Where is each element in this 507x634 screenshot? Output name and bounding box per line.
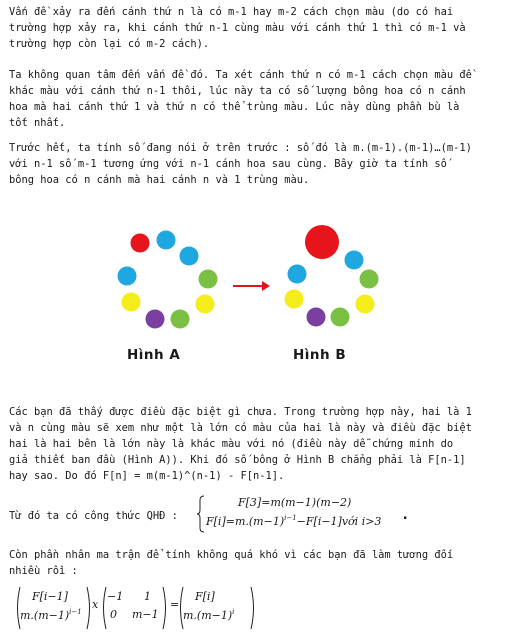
matrix-cell: m.(m−1)i (183, 608, 234, 622)
paragraph-count-explanation: Trước hết, ta tính số đang nói ở trên tr… (9, 140, 501, 188)
formula-term: F[3] (238, 496, 262, 509)
matrix-cell: 0 (110, 608, 117, 621)
formula-term: m.(m−1) (234, 515, 285, 528)
petal-blue (179, 246, 199, 266)
paragraph-observation: Các bạn đã thấy được điều đặc biệt gì ch… (9, 404, 501, 484)
caption-figure-a: Hình A (127, 347, 181, 363)
matrix-cell: m.(m−1)i−1 (20, 608, 82, 622)
matrix-cell: 1 (144, 590, 151, 603)
petal-green (198, 269, 218, 289)
recurrence-row-general: F[i]=m.(m−1)i−1−F[i−1]với i>3 (206, 514, 381, 528)
flower-diagram (117, 225, 379, 329)
formula-term: m.(m−1) (183, 609, 233, 622)
matrix-cell: F[i−1] (32, 590, 68, 603)
text-line: hoa mà hai cánh thứ 1 và thứ n có thể tr… (9, 101, 460, 113)
petal-yellow (121, 292, 141, 312)
formula-term: −F[i−1] (296, 515, 342, 528)
recurrence-formula: F[3]=m(m−1)(m−2) F[i]=m.(m−1)i−1−F[i−1]v… (196, 495, 436, 535)
matrix-cell: F[i] (195, 590, 215, 603)
petal-yellow (195, 294, 215, 314)
text-line: bông hoa có n cánh mà hai cánh n và 1 tr… (9, 174, 310, 186)
petal-purple (145, 309, 165, 329)
formula-exponent: i (232, 608, 235, 616)
text-line: tốt nhất. (9, 117, 66, 129)
text-line: hai là hai bên là lớn này là khác màu vớ… (9, 438, 454, 450)
formula-term: = (225, 515, 235, 528)
petal-blue (117, 266, 137, 286)
left-brace-icon (196, 495, 205, 533)
formula-condition: với i>3 (341, 515, 382, 528)
text-line: Vấn đề xảy ra đến cánh thứ n là có m-1 h… (9, 6, 454, 18)
text-line: hay sao. Do đó F[n] = m(m-1)^(n-1) - F[n… (9, 470, 285, 482)
text-line: khác màu với cánh thứ n-1 thôi, lúc này … (9, 85, 466, 97)
petal-green (359, 269, 379, 289)
matrix-cell: −1 (107, 590, 124, 603)
petal-green (330, 307, 350, 327)
right-paren-icon (162, 586, 166, 630)
petal-blue (156, 230, 176, 250)
paragraph-matrix-intro: Còn phần nhân ma trận để tính không quá … (9, 547, 501, 579)
formula-exponent: i−1 (284, 514, 297, 522)
matrix-cell: m−1 (132, 608, 159, 621)
arrow-icon (233, 281, 270, 291)
petal-blue (287, 264, 307, 284)
formula-term: m(m−1)(m−2) (270, 496, 352, 509)
right-paren-icon (250, 586, 254, 630)
flower-a (117, 230, 218, 329)
petal-blue (344, 250, 364, 270)
petal-green (170, 309, 190, 329)
recurrence-row-base: F[3]=m(m−1)(m−2) (238, 496, 351, 509)
text-line: giả thiết ban đầu (Hình A)). Khi đó số b… (9, 454, 466, 466)
text-line: Trước hết, ta tính số đang nói ở trên tr… (9, 142, 472, 154)
petal-red-merged (305, 225, 339, 259)
formula-term: F[i] (206, 515, 226, 528)
text-line: trường hợp còn lại có m-2 cách). (9, 38, 210, 50)
formula-exponent: i−1 (69, 608, 82, 616)
flower-figure: Hình A Hình B (0, 218, 507, 378)
petal-yellow (284, 289, 304, 309)
multiply-sign: x (92, 598, 99, 611)
left-paren-icon (103, 586, 107, 630)
text-line: Các bạn đã thấy được điều đặc biệt gì ch… (9, 406, 472, 418)
caption-figure-b: Hình B (293, 347, 347, 363)
text-line: Ta không quan tâm đến vấn đề đó. Ta xét … (9, 69, 472, 81)
text-line: với n-1 số m-1 tương ứng với n-1 cánh ho… (9, 158, 447, 170)
text-line: và n cùng màu sẽ xem như một là lớn có m… (9, 422, 472, 434)
paragraph-color-choice: Vấn đề xảy ra đến cánh thứ n là có m-1 h… (9, 4, 501, 52)
text-line: nhiều rồi : (9, 565, 78, 577)
text-line: Còn phần nhân ma trận để tính không quá … (9, 549, 454, 561)
formula-term: m.(m−1) (20, 609, 70, 622)
petal-yellow (355, 294, 375, 314)
text-line: trường hợp xảy ra, khi cánh thứ n-1 cùng… (9, 22, 466, 34)
flower-b (284, 225, 379, 327)
petal-purple (306, 307, 326, 327)
petal-red (130, 233, 150, 253)
formula-end-dot: . (401, 507, 410, 523)
matrix-equation: F[i−1] m.(m−1)i−1 x −1 1 0 m−1 = F[i] m.… (14, 586, 314, 632)
paragraph-complement-idea: Ta không quan tâm đến vấn đề đó. Ta xét … (9, 67, 501, 131)
